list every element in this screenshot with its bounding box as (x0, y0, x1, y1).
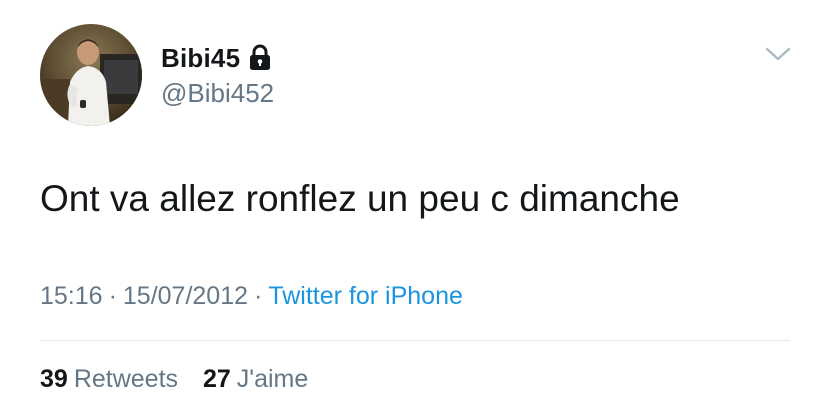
likes-label: J'aime (236, 365, 309, 393)
display-name[interactable]: Bibi45 (161, 43, 240, 74)
chevron-down-icon[interactable] (764, 44, 792, 64)
retweets-count: 39 (40, 365, 68, 393)
separator: · (254, 282, 263, 310)
retweets-label: Retweets (73, 365, 179, 393)
lock-icon (248, 44, 272, 72)
divider (40, 340, 790, 341)
avatar[interactable] (40, 24, 142, 126)
tweet-time[interactable]: 15:16 (40, 282, 103, 310)
user-handle[interactable]: @Bibi452 (161, 78, 274, 109)
display-name-row: Bibi45 (161, 40, 272, 76)
tweet-stats: 39 Retweets 27 J'aime (40, 365, 308, 394)
likes-stat[interactable]: 27 J'aime (203, 365, 308, 393)
tweet-source-link[interactable]: Twitter for iPhone (268, 282, 463, 310)
tweet-metadata: 15:16 · 15/07/2012 · Twitter for iPhone (40, 282, 463, 311)
profile-photo-image (40, 24, 142, 126)
separator: · (108, 282, 117, 310)
tweet-date[interactable]: 15/07/2012 (123, 282, 248, 310)
likes-count: 27 (202, 365, 231, 393)
retweets-stat[interactable]: 39 Retweets (40, 365, 178, 393)
tweet-text: Ont va allez ronflez un peu c dimanche (40, 178, 680, 219)
